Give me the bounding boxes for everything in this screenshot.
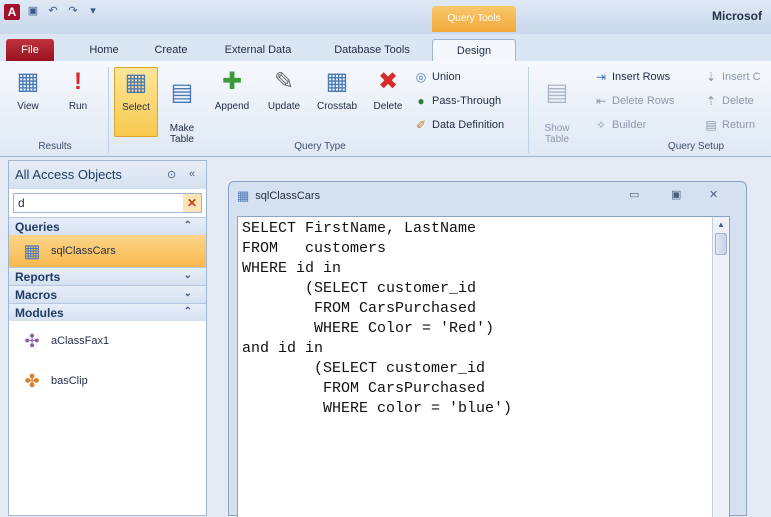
make-table-button[interactable]: ▤ Make Table (162, 67, 202, 145)
sql-line: WHERE Color = 'Red') (242, 320, 495, 337)
category-macros[interactable]: Macros ⌄ (9, 285, 206, 303)
ribbon: ▦ View ! Run Results ▦ Select ▤ Make Tab… (0, 61, 771, 157)
tab-home[interactable]: Home (80, 39, 128, 61)
delete-button[interactable]: ✖ Delete (366, 67, 410, 137)
sql-line: FROM CarsPurchased (242, 300, 477, 317)
sql-editor[interactable]: SELECT FirstName, LastName FROM customers… (237, 216, 730, 517)
redo-icon[interactable]: ↷ (66, 4, 80, 18)
append-icon: ✚ (221, 68, 243, 95)
sql-line: FROM CarsPurchased (242, 380, 486, 397)
tab-create[interactable]: Create (146, 39, 196, 61)
sql-query-icon: ▦ (237, 188, 250, 203)
list-item-module[interactable]: ✤ basClip (9, 361, 206, 401)
insert-columns-button[interactable]: ⇣ Insert C (704, 67, 761, 87)
union-icon: ◎ (415, 70, 427, 84)
tab-database-tools[interactable]: Database Tools (320, 39, 424, 61)
sql-line: SELECT FirstName, LastName (242, 220, 477, 237)
nav-search-input[interactable]: d ✕ (13, 193, 202, 213)
delete-rows-button[interactable]: ⇤ Delete Rows (594, 91, 674, 111)
group-label-results: Results (38, 141, 72, 152)
category-queries[interactable]: Queries ⌃ (9, 217, 206, 235)
query-tools-context-label: Query Tools (432, 6, 516, 32)
pass-through-button[interactable]: ● Pass-Through (414, 91, 501, 111)
query-icon: ▦ (23, 241, 41, 261)
quick-access-toolbar: ▣ ↶ ↷ ▾ (26, 4, 100, 18)
expand-icon: ⌄ (183, 288, 192, 299)
delete-columns-button[interactable]: ⇡ Delete (704, 91, 754, 111)
query-document-window: ▦ sqlClassCars ▭ ▣ ✕ SELECT FirstName, L… (228, 181, 747, 517)
expand-icon: ⌄ (183, 270, 192, 281)
insert-columns-icon: ⇣ (705, 70, 717, 84)
title-bar: A ▣ ↶ ↷ ▾ Query Tools Microsof (0, 0, 771, 34)
category-reports[interactable]: Reports ⌄ (9, 267, 206, 285)
update-button[interactable]: ✎ Update (260, 67, 308, 137)
builder-wand-icon: ✧ (595, 118, 607, 132)
document-title: ▦ sqlClassCars (237, 188, 321, 203)
show-table-button[interactable]: ▤ Show Table (534, 67, 580, 145)
customize-icon[interactable]: ▾ (86, 4, 100, 18)
scroll-up-icon[interactable]: ▲ (713, 217, 729, 233)
tab-design[interactable]: Design (432, 39, 516, 63)
view-button[interactable]: ▦ View (6, 67, 50, 137)
crosstab-icon: ▦ (325, 68, 349, 95)
ruler-pencil-icon: ✐ (415, 118, 427, 132)
insert-rows-icon: ⇥ (595, 70, 607, 84)
delete-columns-icon: ⇡ (705, 94, 717, 108)
globe-icon: ● (417, 94, 425, 108)
nav-menu-icon[interactable]: ⊙ (167, 168, 176, 181)
builder-button[interactable]: ✧ Builder (594, 115, 646, 135)
vertical-scrollbar[interactable]: ▲ (712, 217, 729, 517)
sql-line: WHERE color = 'blue') (242, 400, 513, 417)
data-definition-button[interactable]: ✐ Data Definition (414, 115, 504, 135)
exclamation-icon: ! (74, 68, 82, 95)
select-query-icon: ▦ (124, 69, 148, 96)
union-button[interactable]: ◎ Union (414, 67, 461, 87)
delete-x-icon: ✖ (377, 68, 399, 95)
sql-line: (SELECT customer_id (242, 360, 486, 377)
list-item-module[interactable]: ✣ aClassFax1 (9, 321, 206, 361)
select-query-button[interactable]: ▦ Select (114, 67, 158, 137)
append-button[interactable]: ✚ Append (206, 67, 258, 137)
sql-line: WHERE id in (242, 260, 342, 277)
ribbon-tab-row: File Home Create External Data Database … (0, 34, 771, 63)
close-icon[interactable]: ✕ (709, 188, 718, 201)
show-table-icon: ▤ (545, 79, 569, 106)
run-button[interactable]: ! Run (56, 67, 100, 137)
save-icon[interactable]: ▣ (26, 4, 40, 18)
restore-icon[interactable]: ▣ (671, 188, 681, 201)
nav-pane-header[interactable]: All Access Objects ⊙ « (9, 161, 206, 189)
group-label-query-type: Query Type (294, 141, 346, 152)
category-modules[interactable]: Modules ⌃ (9, 303, 206, 321)
return-dropdown[interactable]: ▤ Return (704, 115, 755, 135)
app-title: Microsof (712, 9, 763, 23)
tab-external-data[interactable]: External Data (212, 39, 304, 61)
minimize-icon[interactable]: ▭ (629, 188, 639, 201)
tab-file[interactable]: File (6, 39, 54, 61)
sql-line: and id in (242, 340, 324, 357)
module-icon: ✤ (24, 371, 40, 391)
delete-rows-icon: ⇤ (595, 94, 607, 108)
collapse-pane-icon[interactable]: « (189, 168, 195, 180)
datasheet-view-icon: ▦ (16, 68, 40, 95)
divider (528, 67, 529, 153)
pencil-icon: ✎ (273, 68, 295, 95)
navigation-pane: All Access Objects ⊙ « d ✕ Queries ⌃ ▦ s… (8, 160, 207, 516)
make-table-icon: ▤ (170, 79, 194, 106)
list-item-query[interactable]: ▦ sqlClassCars (9, 235, 206, 267)
class-module-icon: ✣ (24, 331, 40, 351)
sql-line: FROM customers (242, 240, 387, 257)
insert-rows-button[interactable]: ⇥ Insert Rows (594, 67, 670, 87)
access-app-icon[interactable]: A (4, 4, 20, 20)
sql-line: (SELECT customer_id (242, 280, 477, 297)
crosstab-button[interactable]: ▦ Crosstab (310, 67, 364, 137)
undo-icon[interactable]: ↶ (46, 4, 60, 18)
group-label-query-setup: Query Setup (667, 141, 725, 152)
sql-text: SELECT FirstName, LastName FROM customers… (242, 219, 512, 419)
divider (108, 67, 109, 153)
clear-search-icon[interactable]: ✕ (183, 194, 201, 212)
return-icon: ▤ (705, 118, 717, 132)
scroll-thumb[interactable] (715, 233, 727, 255)
collapse-icon: ⌃ (183, 220, 192, 231)
collapse-icon: ⌃ (183, 306, 192, 317)
